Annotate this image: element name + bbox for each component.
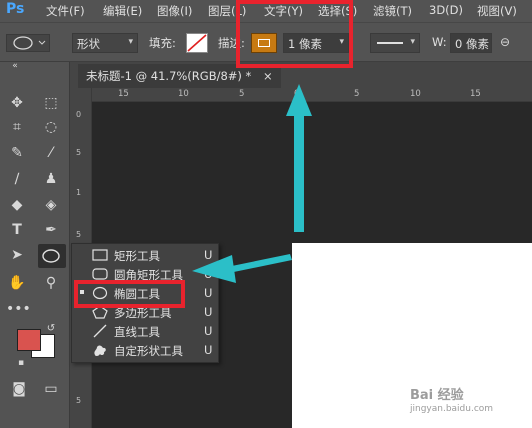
annotation-arrow-up (286, 84, 312, 232)
annotation-arrow-left (192, 254, 292, 283)
annotation-arrows (192, 84, 312, 283)
watermark-logo: Bai 经验 (410, 388, 464, 403)
watermark-url: jingyan.baidu.com (410, 404, 494, 414)
